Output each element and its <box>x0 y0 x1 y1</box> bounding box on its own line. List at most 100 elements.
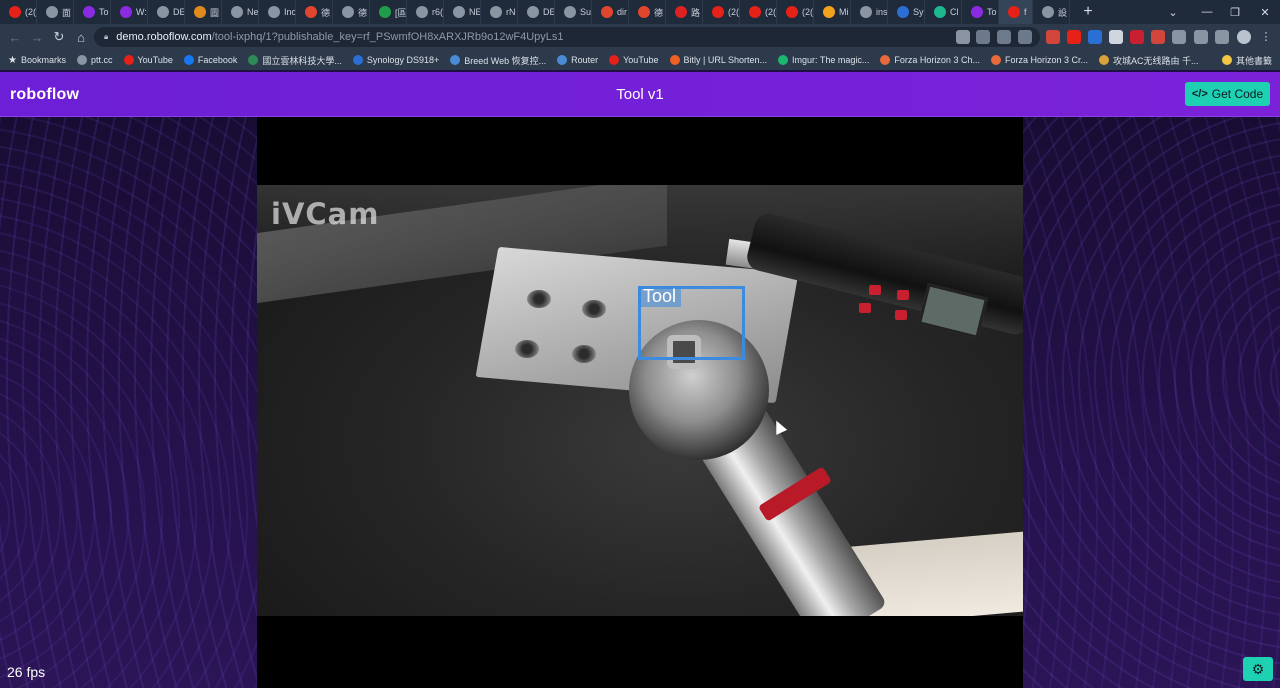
close-window-icon[interactable]: ✕ <box>1240 0 1280 24</box>
browser-tab[interactable]: Ne <box>222 0 259 24</box>
bitly-icon <box>669 55 680 65</box>
router-icon <box>557 55 568 65</box>
browser-tab[interactable]: r6( <box>407 0 444 24</box>
extension-icon[interactable] <box>1109 30 1123 44</box>
bookmark-item[interactable]: Router <box>557 55 598 65</box>
get-code-button[interactable]: </> Get Code <box>1185 82 1270 106</box>
youtube-icon <box>786 6 798 18</box>
bookmark-item[interactable]: 攻城AC无线路由 千... <box>1098 54 1199 67</box>
browser-tab[interactable]: (2( <box>703 0 740 24</box>
info-icon[interactable] <box>1172 30 1186 44</box>
browser-tab[interactable]: (2( <box>740 0 777 24</box>
tab-title: Mi <box>839 7 849 17</box>
bookmark-label: Breed Web 恢复控... <box>464 55 547 66</box>
browser-tab[interactable]: 德 <box>296 0 333 24</box>
browser-tab[interactable]: Mi <box>814 0 851 24</box>
extension-icon[interactable] <box>1046 30 1060 44</box>
google-icon <box>453 6 465 18</box>
browser-tab[interactable]: Sy <box>888 0 925 24</box>
browser-tab[interactable]: DE <box>148 0 185 24</box>
extension-icon[interactable] <box>1151 30 1165 44</box>
youtube-icon <box>712 6 724 18</box>
browser-tab[interactable]: 德 <box>629 0 666 24</box>
lock-icon[interactable]: 🔒︎ <box>104 32 108 42</box>
browser-tab[interactable]: Inc <box>259 0 296 24</box>
browser-tab[interactable]: 設 <box>1033 0 1070 24</box>
browser-tab[interactable]: dir <box>592 0 629 24</box>
extension-icon[interactable] <box>1088 30 1102 44</box>
home-icon[interactable]: ⌂ <box>70 26 92 48</box>
roboflow-icon <box>971 6 983 18</box>
bookmark-item[interactable]: 其他書籤 <box>1221 54 1272 67</box>
puzzle-icon <box>527 6 539 18</box>
bookmark-item[interactable]: Bitly | URL Shorten... <box>669 55 768 65</box>
bookmark-label: ptt.cc <box>90 55 113 65</box>
bookmark-item[interactable]: Imgur: The magic... <box>778 55 869 65</box>
browser-tab[interactable]: f× <box>999 0 1033 24</box>
bookmark-item[interactable]: ★ Bookmarks <box>8 55 66 66</box>
extension-icon[interactable] <box>1130 30 1144 44</box>
avatar[interactable] <box>1237 30 1251 44</box>
browser-tab[interactable]: To <box>962 0 999 24</box>
c-icon <box>601 6 613 18</box>
bookmark-label: YouTube <box>137 55 173 65</box>
bookmark-label: 國立雲林科技大學... <box>262 55 342 66</box>
address-bar[interactable]: 🔒︎ demo.roboflow.com/tool-ixphq/1?publis… <box>94 27 1040 47</box>
browser-tab[interactable]: 圖 <box>185 0 222 24</box>
browser-tab[interactable]: DE <box>518 0 555 24</box>
bookmark-label: Router <box>571 55 599 65</box>
browser-tab[interactable]: W: <box>111 0 148 24</box>
sidebar-icon[interactable] <box>1215 30 1229 44</box>
bookmark-item[interactable]: Facebook <box>183 55 237 65</box>
puzzle-icon <box>157 6 169 18</box>
more-menu-icon[interactable]: ⋮ <box>1259 30 1273 44</box>
puzzle-icon[interactable] <box>1194 30 1208 44</box>
translate-icon[interactable] <box>976 30 990 44</box>
browser-tab[interactable]: 面 <box>37 0 74 24</box>
tab-title: 面 <box>62 7 72 18</box>
settings-button[interactable]: ⚙ <box>1243 657 1273 681</box>
browser-tab[interactable]: (2( <box>777 0 814 24</box>
back-icon[interactable]: ← <box>4 26 26 48</box>
browser-tab[interactable]: 路 <box>666 0 703 24</box>
bookmark-item[interactable]: Forza Horizon 3 Cr... <box>990 55 1088 65</box>
bookmark-item[interactable]: Breed Web 恢复控... <box>450 54 546 67</box>
browser-tab[interactable]: To <box>74 0 111 24</box>
facebook-icon <box>183 55 194 65</box>
forward-icon[interactable]: → <box>26 26 48 48</box>
share-icon[interactable] <box>997 30 1011 44</box>
fps-counter: 26 fps <box>7 664 46 680</box>
extension-icon[interactable] <box>1067 30 1081 44</box>
puzzle-icon <box>564 6 576 18</box>
bookmark-label: Forza Horizon 3 Cr... <box>1004 55 1088 65</box>
tab-title: Su <box>580 7 592 17</box>
sheet-icon <box>379 6 391 18</box>
browser-tab[interactable]: Su <box>555 0 592 24</box>
bookmark-item[interactable]: YouTube <box>123 55 173 65</box>
browser-tab[interactable]: ins <box>851 0 888 24</box>
bookmark-label: Bitly | URL Shorten... <box>683 55 768 65</box>
synology-icon <box>897 6 909 18</box>
bookmark-item[interactable]: Synology DS918+ <box>352 55 439 65</box>
bookmark-item[interactable]: ptt.cc <box>76 55 113 65</box>
youtube-icon <box>609 55 620 65</box>
bookmark-item[interactable]: YouTube <box>609 55 659 65</box>
folder-icon <box>1221 55 1232 65</box>
bookmark-star-icon[interactable] <box>1018 30 1032 44</box>
roboflow-icon <box>83 6 95 18</box>
reload-icon[interactable]: ↻ <box>48 26 70 48</box>
camera-icon[interactable] <box>956 30 970 44</box>
url-host: demo.roboflow.com <box>116 31 212 43</box>
browser-tab[interactable]: NE <box>444 0 481 24</box>
browser-tab[interactable]: Cl <box>925 0 962 24</box>
browser-tab[interactable]: rN <box>481 0 518 24</box>
bookmark-item[interactable]: 國立雲林科技大學... <box>248 54 342 67</box>
browser-tab[interactable]: 德 <box>333 0 370 24</box>
ivcam-watermark: iVCam <box>271 197 380 231</box>
new-tab-button[interactable]: + <box>1074 0 1102 24</box>
browser-tab[interactable]: (2( <box>0 0 37 24</box>
browser-tab[interactable]: [區 <box>370 0 407 24</box>
tab-title: (2( <box>25 7 36 17</box>
bookmark-item[interactable]: Forza Horizon 3 Ch... <box>880 55 980 65</box>
tab-title: DE <box>543 7 555 17</box>
